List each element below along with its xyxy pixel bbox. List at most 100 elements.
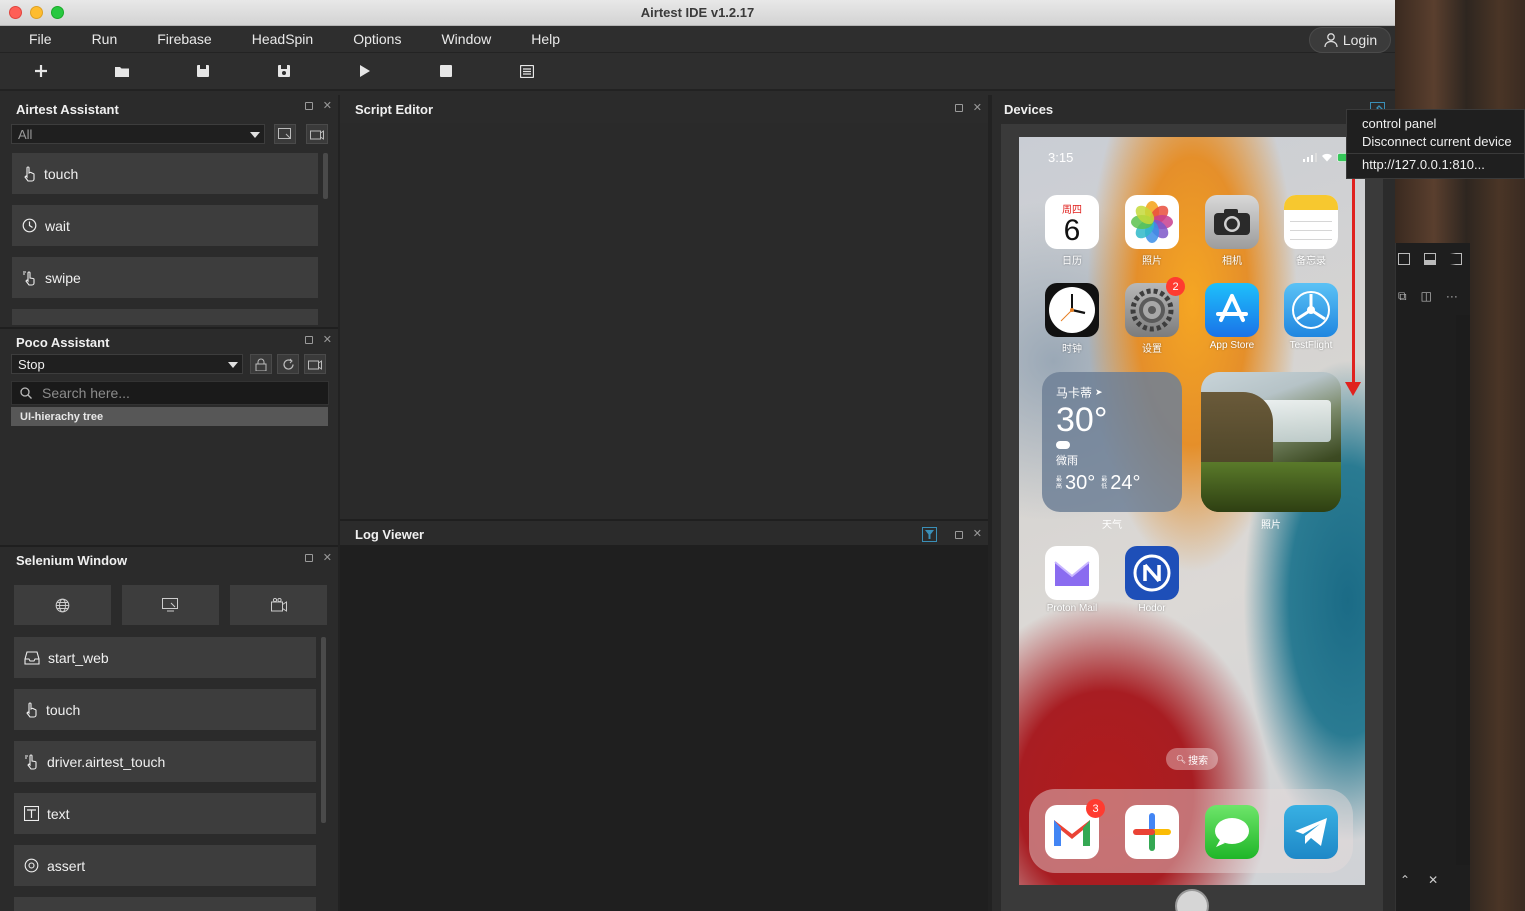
play-icon (359, 65, 370, 77)
float-panel-button[interactable] (304, 554, 313, 562)
save-as-button[interactable] (243, 64, 324, 78)
app-protonmail[interactable]: Proton Mail (1045, 546, 1099, 614)
selenium-record-button[interactable] (230, 585, 327, 625)
run-button[interactable] (324, 64, 405, 78)
dock-app-telegram[interactable] (1284, 805, 1338, 859)
app-camera[interactable]: 相机 (1205, 195, 1259, 267)
app-settings[interactable]: 2 设置 (1125, 277, 1185, 355)
home-search-pill[interactable]: 🔍︎ 搜索 (1166, 748, 1218, 770)
device-screen[interactable]: 3:15 周四 6 日历 照片 相机 备忘录 时钟 2 设置 App Store… (1019, 137, 1365, 885)
minimize-window-button[interactable] (30, 6, 43, 19)
selenium-inspect-button[interactable] (122, 585, 219, 625)
airtest-filter-select[interactable]: All (11, 124, 265, 144)
calendar-day: 6 (1063, 213, 1081, 247)
screenshot-capture-button[interactable] (274, 124, 296, 144)
close-icon: ✕ (1428, 873, 1439, 887)
lock-button[interactable] (250, 354, 272, 374)
grass (1201, 462, 1341, 512)
airtest-command-touch[interactable]: touch (12, 153, 318, 194)
dock-app-pinwheel[interactable] (1125, 805, 1179, 859)
float-panel-button[interactable] (954, 104, 963, 112)
record-button[interactable] (306, 124, 328, 144)
app-clock[interactable]: 时钟 (1045, 283, 1099, 355)
zoom-window-button[interactable] (51, 6, 64, 19)
float-panel-button[interactable] (954, 530, 963, 539)
menu-firebase[interactable]: Firebase (137, 31, 231, 47)
crop-icon (278, 128, 291, 139)
new-script-button[interactable] (0, 64, 81, 78)
airtest-command-wait[interactable]: wait (12, 205, 318, 246)
weather-widget[interactable]: 马卡蒂 ➤ 30° 微雨 最高 30° 最低 24° (1042, 372, 1182, 512)
selenium-command-more[interactable] (14, 897, 316, 911)
app-appstore[interactable]: App Store (1205, 283, 1259, 351)
app-calendar[interactable]: 周四 6 日历 (1045, 195, 1099, 267)
menu-window[interactable]: Window (421, 31, 511, 47)
close-panel-button[interactable]: ✕ (323, 335, 332, 346)
menu-item-disconnect[interactable]: Disconnect current device (1347, 133, 1524, 151)
poco-search-input[interactable]: Search here... (11, 381, 329, 405)
command-label: wait (45, 217, 70, 234)
arrowhead-icon (1345, 382, 1361, 396)
app-label: App Store (1209, 340, 1255, 351)
open-script-button[interactable] (81, 64, 162, 78)
script-editor-panel: Script Editor ✕ (340, 95, 988, 123)
dock-app-messages[interactable] (1205, 805, 1259, 859)
script-editor-area[interactable] (340, 123, 988, 519)
selenium-command-touch[interactable]: touch (14, 689, 316, 730)
poco-mode-select[interactable]: Stop (11, 354, 243, 374)
stop-button[interactable] (405, 65, 486, 77)
app-hodor[interactable]: Hodor (1125, 546, 1179, 614)
airtest-command-more[interactable] (12, 309, 318, 325)
filter-icon (924, 530, 934, 539)
menu-help[interactable]: Help (511, 31, 580, 47)
close-panel-button[interactable]: ✕ (323, 553, 332, 564)
close-window-button[interactable] (9, 6, 22, 19)
window-icon (24, 650, 40, 665)
selenium-command-text[interactable]: text (14, 793, 316, 834)
save-as-icon (277, 65, 290, 77)
menu-item-device-url[interactable]: http://127.0.0.1:810... (1347, 156, 1524, 174)
close-panel-button[interactable]: ✕ (323, 101, 332, 112)
widget-label: 天气 (1102, 520, 1122, 531)
scrollbar[interactable] (323, 153, 328, 199)
dock-app-gmail[interactable]: 3 (1045, 799, 1105, 859)
selenium-browser-button[interactable] (14, 585, 111, 625)
app-label: 时钟 (1062, 344, 1082, 355)
refresh-icon (282, 358, 294, 370)
photo-widget[interactable] (1201, 372, 1341, 512)
menu-headspin[interactable]: HeadSpin (232, 31, 334, 47)
menu-run[interactable]: Run (72, 31, 138, 47)
chevron-up-icon: ⌃ (1400, 873, 1411, 887)
selenium-command-airtest-touch[interactable]: driver.airtest_touch (14, 741, 316, 782)
airtest-command-swipe[interactable]: swipe (12, 257, 318, 298)
menu-file[interactable]: File (9, 31, 72, 47)
close-panel-button[interactable]: ✕ (973, 529, 982, 540)
save-button[interactable] (162, 64, 243, 78)
search-placeholder: Search here... (42, 385, 130, 401)
selenium-command-start-web[interactable]: start_web (14, 637, 316, 678)
hand-pointer-icon (24, 165, 35, 182)
menu-options[interactable]: Options (333, 31, 421, 47)
scrollbar[interactable] (321, 637, 326, 823)
split-icon: ◫ (1420, 289, 1432, 303)
ui-hierarchy-tree-item[interactable]: UI-hierachy tree (11, 407, 328, 426)
app-testflight[interactable]: TestFlight (1284, 283, 1338, 351)
hand-pointer-icon (26, 701, 37, 718)
city-label: 马卡蒂 (1056, 386, 1093, 400)
selenium-command-assert[interactable]: assert (14, 845, 316, 886)
refresh-button[interactable] (277, 354, 299, 374)
filter-button[interactable] (921, 527, 937, 542)
status-icons (1303, 153, 1351, 162)
close-panel-button[interactable]: ✕ (973, 103, 982, 114)
app-photos[interactable]: 照片 (1125, 195, 1179, 267)
report-button[interactable] (486, 64, 567, 78)
log-viewer-area[interactable] (340, 545, 988, 911)
float-panel-button[interactable] (304, 336, 313, 344)
login-button[interactable]: Login (1309, 27, 1391, 53)
record-button[interactable] (304, 354, 326, 374)
float-panel-button[interactable] (304, 102, 313, 110)
menu-item-control-panel[interactable]: control panel (1347, 115, 1524, 133)
panel-title: Script Editor (355, 101, 434, 117)
app-notes[interactable]: 备忘录 (1284, 195, 1338, 267)
location-arrow-icon: ➤ (1095, 387, 1103, 397)
